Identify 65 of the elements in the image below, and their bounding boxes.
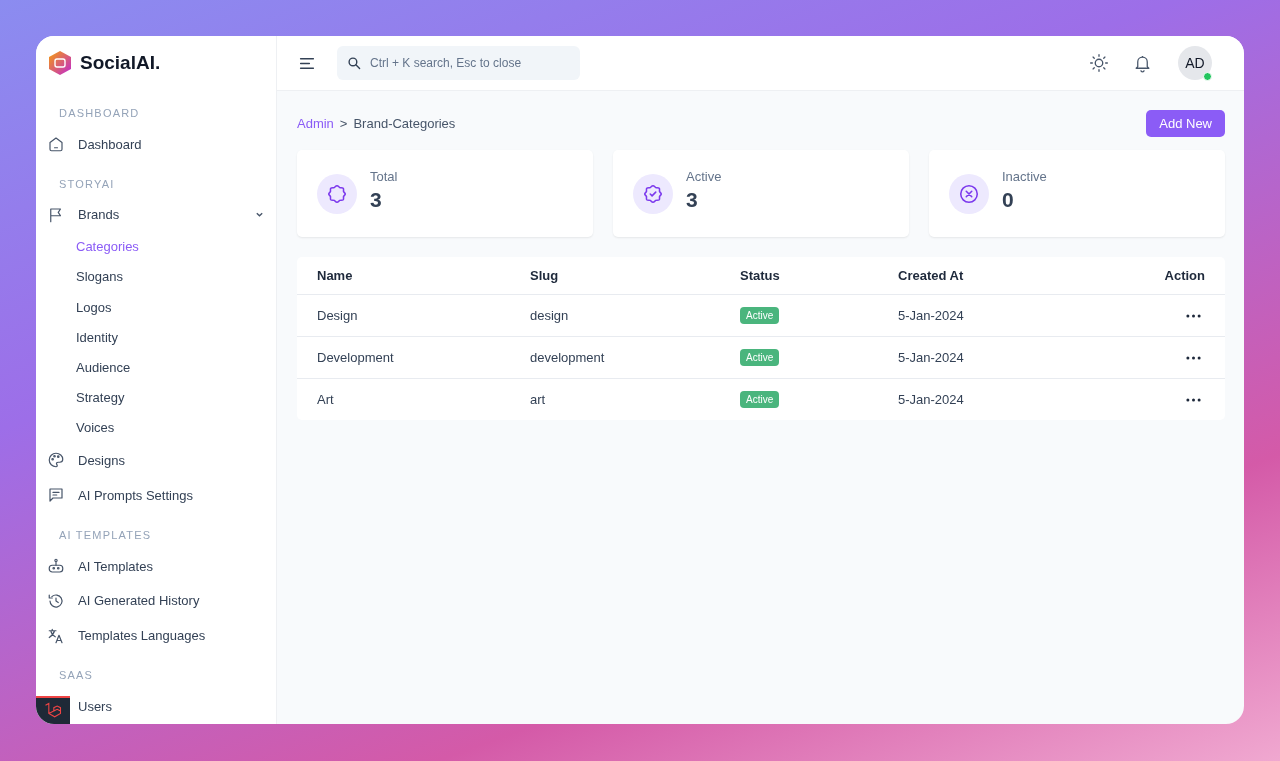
sidebar-item[interactable]: Users (78, 689, 264, 724)
table-cell-text: art (530, 392, 547, 407)
sidebar-subitem[interactable]: Audience (47, 352, 264, 383)
add-new-button[interactable]: Add New (1146, 110, 1225, 137)
more-options-icon[interactable] (1186, 313, 1201, 318)
sun-icon[interactable] (1089, 53, 1109, 73)
history-icon (47, 591, 65, 610)
section-heading: SAAS (58, 668, 95, 684)
sidebar-item[interactable]: AI Prompts Settings (47, 477, 264, 513)
column-header: Slug (530, 268, 560, 283)
stat-value: 0 (1002, 188, 1015, 212)
sidebar-item[interactable]: Dashboard (47, 126, 264, 162)
user-avatar[interactable]: AD (1178, 46, 1212, 80)
section-heading: STORYAI (58, 176, 116, 192)
robot-icon (47, 557, 65, 576)
stat-label: Active (686, 169, 722, 184)
column-header: Name (317, 268, 354, 283)
table-cell-text: 5-Jan-2024 (898, 308, 965, 323)
stat-value: 3 (686, 188, 699, 212)
table-cell-text: Development (317, 350, 395, 365)
breadcrumb-text: > (339, 116, 348, 131)
menu-icon[interactable] (299, 56, 315, 70)
section-heading: AI TEMPLATES (58, 527, 153, 543)
debug-toolbar-icon[interactable] (36, 696, 70, 724)
table-cell-text: Art (317, 392, 335, 407)
sidebar-item[interactable]: Designs (47, 442, 264, 478)
translate-icon (47, 626, 65, 645)
hexagon-logo-icon (48, 50, 72, 77)
status-badge: Active (740, 349, 780, 366)
sidebar-subitem[interactable]: Identity (47, 322, 264, 353)
x-circle-icon (958, 182, 980, 205)
stat-label: Inactive (1002, 169, 1047, 184)
palette-icon (47, 451, 65, 470)
column-header: Action (1164, 268, 1205, 283)
breadcrumb-link[interactable]: Admin (297, 116, 334, 131)
column-header: Status (740, 268, 781, 283)
status-badge: Active (740, 391, 780, 408)
sidebar-subitem[interactable]: Logos (47, 292, 264, 323)
section-heading: DASHBOARD (58, 105, 141, 121)
sidebar-subitem[interactable]: Strategy (47, 382, 264, 413)
table-cell-text: 5-Jan-2024 (898, 392, 965, 407)
sidebar-item[interactable]: Brands (47, 197, 264, 233)
table-cell-text: Design (317, 308, 359, 323)
stat-value: 3 (370, 188, 383, 212)
breadcrumb-text: Brand-Categories (353, 116, 456, 131)
badge-check-icon (642, 182, 664, 205)
brand-name: SocialAI. (80, 52, 161, 75)
search-field[interactable]: Ctrl + K search, Esc to close (337, 46, 580, 80)
sidebar-subitem[interactable]: Categories (47, 232, 264, 263)
sidebar-item[interactable]: AI Templates (47, 548, 264, 584)
table-cell-text: design (530, 308, 570, 323)
bell-icon[interactable] (1133, 53, 1152, 73)
home-icon (47, 135, 65, 154)
status-badge: Active (740, 307, 780, 324)
more-options-icon[interactable] (1186, 397, 1201, 402)
more-options-icon[interactable] (1186, 355, 1201, 360)
column-header: Created At (898, 268, 965, 283)
table-cell-text: development (530, 350, 606, 365)
sidebar-item[interactable]: AI Generated History (47, 583, 264, 619)
sidebar-subitem[interactable]: Slogans (47, 262, 264, 293)
sidebar-subitem[interactable]: Voices (47, 412, 264, 443)
table-cell-text: 5-Jan-2024 (898, 350, 965, 365)
sidebar-item[interactable]: Templates Languages (47, 618, 264, 654)
stat-label: Total (370, 169, 398, 184)
badge-icon (326, 182, 348, 205)
